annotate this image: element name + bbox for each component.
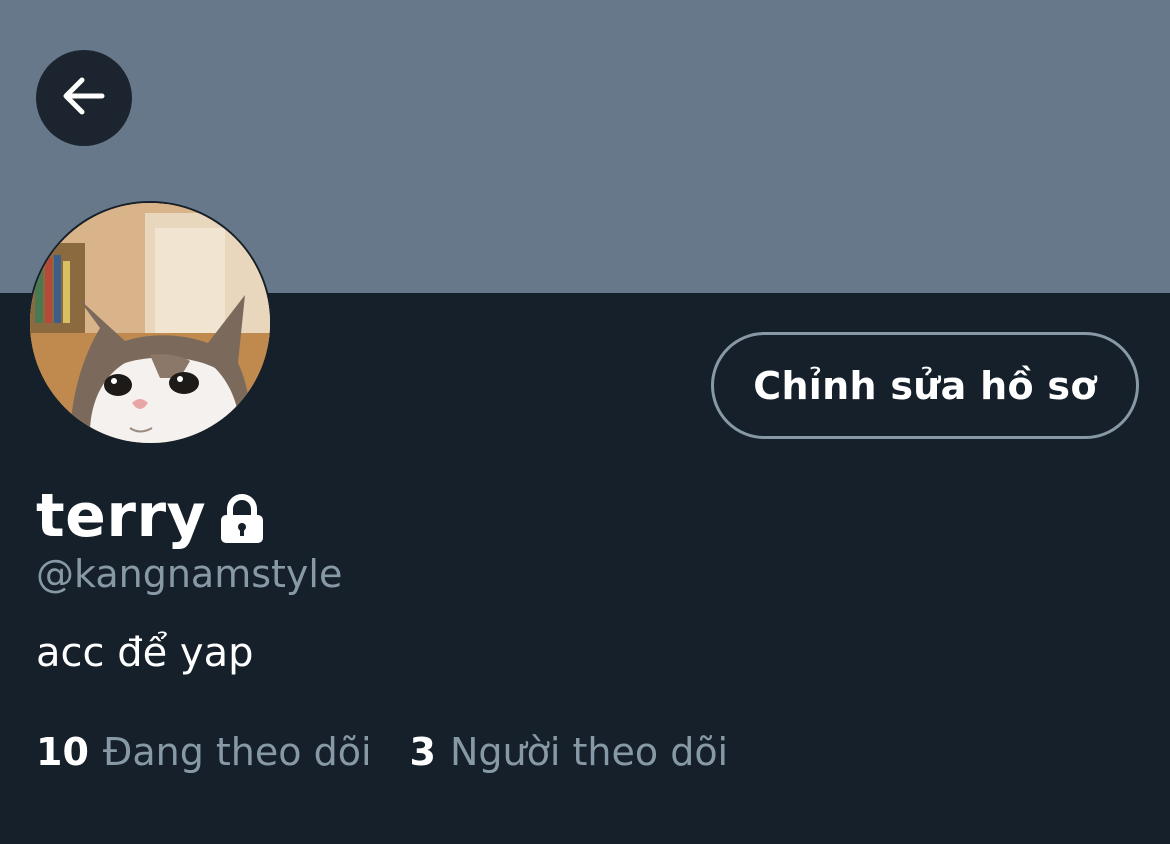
follow-stats: 10 Đang theo dõi 3 Người theo dõi — [36, 730, 728, 774]
username-handle: @kangnamstyle — [36, 552, 343, 596]
following-label: Đang theo dõi — [102, 730, 372, 774]
back-button[interactable] — [36, 50, 132, 146]
display-name: terry — [36, 481, 207, 551]
followers-label: Người theo dõi — [449, 730, 729, 774]
following-stat[interactable]: 10 Đang theo dõi — [36, 730, 372, 774]
followers-count: 3 — [409, 730, 436, 774]
followers-stat[interactable]: 3 Người theo dõi — [410, 730, 729, 774]
lock-icon — [218, 494, 266, 544]
cat-photo — [30, 203, 270, 443]
arrow-left-icon — [58, 70, 110, 127]
profile-bio: acc để yap — [36, 630, 254, 676]
profile-avatar[interactable] — [30, 203, 270, 443]
name-row: terry — [36, 476, 266, 556]
edit-profile-button[interactable]: Chỉnh sửa hồ sơ — [711, 332, 1139, 439]
following-count: 10 — [36, 730, 89, 774]
